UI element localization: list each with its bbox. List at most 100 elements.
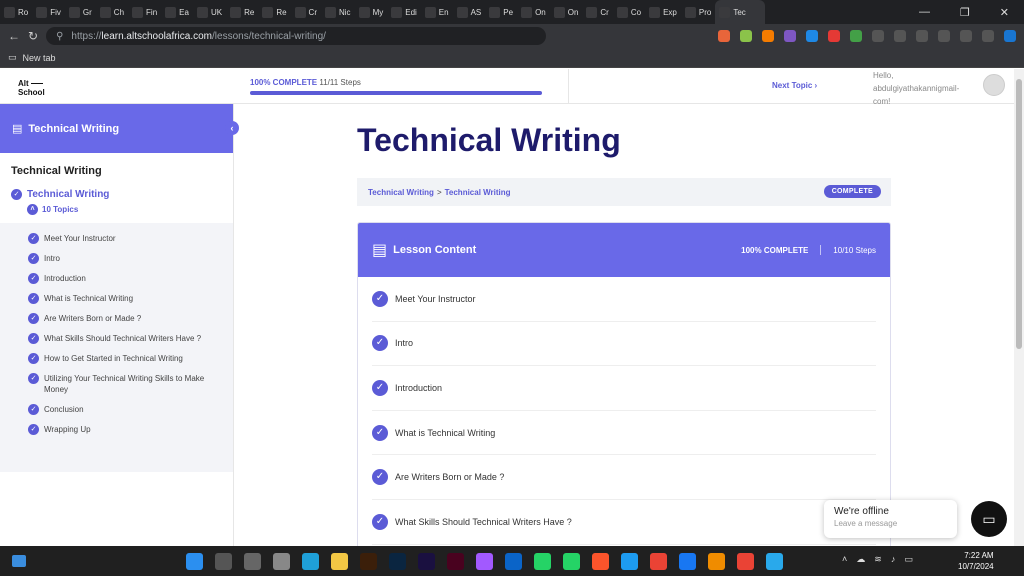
sidebar-topic-item[interactable]: ✓ Utilizing Your Technical Writing Skills… (0, 373, 233, 395)
breadcrumb-link-lesson[interactable]: Technical Writing (445, 188, 511, 197)
browser-tab[interactable]: On (517, 0, 550, 24)
address-bar[interactable]: ⚲ https://learn.altschoolafrica.com/less… (46, 27, 547, 45)
lesson-item[interactable]: ✓ Meet Your Instructor (372, 277, 876, 322)
figma-icon[interactable] (476, 553, 493, 570)
browser-tab[interactable]: Edi (387, 0, 421, 24)
browser-tab[interactable]: Cr (291, 0, 321, 24)
close-button[interactable]: ✕ (1000, 6, 1009, 19)
topics-toggle[interactable]: ˄ 10 Topics (0, 200, 233, 223)
page-scrollbar[interactable] (1014, 69, 1024, 546)
extension-icon[interactable] (806, 30, 818, 42)
sidebar-topic-item[interactable]: ✓ Meet Your Instructor (0, 233, 233, 244)
lesson-item[interactable]: ✓ What is Technical Writing (372, 411, 876, 456)
scrollbar-thumb[interactable] (1016, 79, 1022, 349)
browser-tab[interactable]: My (355, 0, 388, 24)
clock[interactable]: 7:22 AM 10/7/2024 (958, 550, 994, 572)
next-topic-link[interactable]: Next Topic › (772, 81, 817, 90)
browser-tab[interactable]: En (421, 0, 453, 24)
browser-tab[interactable]: Pro (681, 0, 715, 24)
browser-tab[interactable]: Co (613, 0, 645, 24)
chevron-up-icon[interactable]: ˄ (842, 554, 847, 565)
widgets-icon[interactable] (12, 555, 26, 567)
start-icon[interactable] (186, 553, 203, 570)
illustrator-icon[interactable] (360, 553, 377, 570)
site-info-icon[interactable]: ⚲ (56, 31, 63, 42)
bookmark-new-tab[interactable]: New tab (23, 53, 56, 63)
chrome-icon[interactable] (650, 553, 667, 570)
extension-icon[interactable] (740, 30, 752, 42)
sidebar-topic-item[interactable]: ✓ Are Writers Born or Made ? (0, 313, 233, 324)
after-effects-icon[interactable] (418, 553, 435, 570)
extension-icon[interactable] (784, 30, 796, 42)
extensions-icon[interactable] (982, 30, 994, 42)
sidebar-topic-item[interactable]: ✓ What is Technical Writing (0, 293, 233, 304)
browser-tab[interactable]: Nic (321, 0, 355, 24)
facebook-icon[interactable] (679, 553, 696, 570)
search-icon[interactable] (215, 553, 232, 570)
vlc-icon[interactable] (708, 553, 725, 570)
volume-icon[interactable]: ♪ (891, 554, 896, 565)
reload-icon[interactable]: ↻ (28, 29, 38, 43)
edge-icon[interactable] (302, 553, 319, 570)
back-icon[interactable]: ← (8, 29, 20, 43)
chat-button[interactable]: ▭ (971, 501, 1007, 537)
twitter-icon[interactable] (621, 553, 638, 570)
chat-popup[interactable]: We're offline Leave a message (824, 500, 957, 538)
cloud-icon[interactable]: ☁ (856, 554, 865, 565)
browser-tab[interactable]: Re (258, 0, 290, 24)
browser-tab[interactable]: Gr (65, 0, 96, 24)
minimize-button[interactable]: — (919, 6, 930, 19)
extension-icon[interactable] (850, 30, 862, 42)
maximize-button[interactable]: ❐ (960, 6, 970, 19)
browser-tab[interactable]: Pe (485, 0, 517, 24)
store-icon[interactable] (273, 553, 290, 570)
lesson-item[interactable]: ✓ What Skills Should Technical Writers Ha… (372, 500, 876, 545)
extension-icon[interactable] (872, 30, 884, 42)
whatsapp-icon[interactable] (534, 553, 551, 570)
browser-tab[interactable]: Fiv (32, 0, 65, 24)
lesson-item[interactable]: ✓ Intro (372, 322, 876, 367)
sidebar-topic-item[interactable]: ✓ How to Get Started in Technical Writing (0, 353, 233, 364)
telegram-icon[interactable] (766, 553, 783, 570)
sidebar-topic-item[interactable]: ✓ Conclusion (0, 404, 233, 415)
copilot-icon[interactable] (1004, 30, 1016, 42)
indesign-icon[interactable] (447, 553, 464, 570)
extension-icon[interactable] (718, 30, 730, 42)
split-screen-icon[interactable] (894, 30, 906, 42)
browser-tab[interactable]: Tec (715, 0, 766, 24)
extension-icon[interactable] (828, 30, 840, 42)
battery-icon[interactable]: ▭ (904, 554, 913, 565)
history-icon[interactable] (960, 30, 972, 42)
browser-tab[interactable]: Fin (128, 0, 161, 24)
extension-icon[interactable] (762, 30, 774, 42)
file-explorer-icon[interactable] (331, 553, 348, 570)
favorites-icon[interactable] (916, 30, 928, 42)
browser-tab[interactable]: Ea (161, 0, 193, 24)
browser-tab[interactable]: Exp (645, 0, 681, 24)
whatsapp-business-icon[interactable] (563, 553, 580, 570)
lesson-item[interactable]: ✓ Introduction (372, 366, 876, 411)
sidebar-topic-item[interactable]: ✓ What Skills Should Technical Writers Ha… (0, 333, 233, 344)
photoshop-icon[interactable] (389, 553, 406, 570)
browser-tab[interactable]: UK (193, 0, 226, 24)
browser-tab[interactable]: On (550, 0, 583, 24)
browser-tab[interactable]: Ch (96, 0, 128, 24)
sidebar-topic-item[interactable]: ✓ Introduction (0, 273, 233, 284)
browser-tab[interactable]: Ro (0, 0, 32, 24)
sidebar-lesson-link[interactable]: ✓ Technical Writing (0, 181, 233, 200)
browser-tab[interactable]: Re (226, 0, 258, 24)
lesson-item[interactable]: ✓ Are Writers Born or Made ? (372, 455, 876, 500)
task-view-icon[interactable] (244, 553, 261, 570)
breadcrumb-link-course[interactable]: Technical Writing (368, 188, 434, 197)
browser-tab[interactable]: AS (453, 0, 486, 24)
sidebar-topic-item[interactable]: ✓ Wrapping Up (0, 424, 233, 435)
avatar[interactable] (983, 74, 1005, 96)
outlook-icon[interactable] (505, 553, 522, 570)
sidebar-topic-item[interactable]: ✓ Intro (0, 253, 233, 264)
brave-icon[interactable] (592, 553, 609, 570)
altschool-logo[interactable]: Alt School (18, 79, 45, 97)
collections-icon[interactable] (938, 30, 950, 42)
chrome-profile-icon[interactable] (737, 553, 754, 570)
wifi-icon[interactable]: ≋ (874, 554, 882, 565)
browser-tab[interactable]: Cr (582, 0, 612, 24)
